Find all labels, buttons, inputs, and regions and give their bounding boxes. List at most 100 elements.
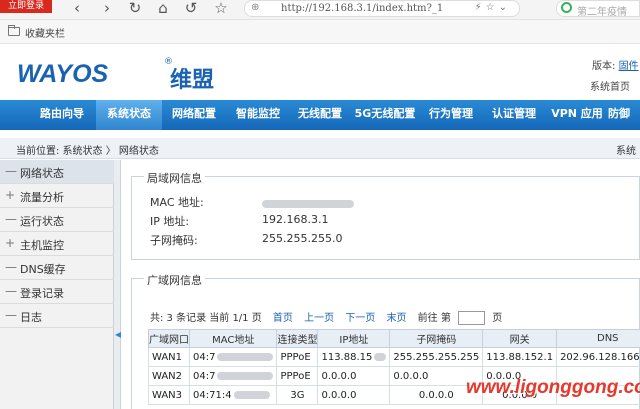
- version-label: 版本:: [592, 61, 616, 72]
- site-watermark: www.ligonggong.com: [466, 377, 640, 398]
- collapse-icon: —: [5, 308, 17, 322]
- cell-port: WAN2: [148, 366, 190, 386]
- bookmarks-bar: 收藏夹栏: [0, 20, 640, 44]
- address-bar[interactable]: ⊕ http://192.168.3.1/index.htm?_1 ⚡☆⌄: [244, 0, 520, 17]
- sidebar: — 网络状态 + 流量分析 — 运行状态 + 主机监控 — DNS缓存 — 登录…: [0, 160, 114, 409]
- cell-ip: 0.0.0.0: [317, 366, 391, 386]
- collapse-icon: —: [5, 164, 17, 178]
- page-unit-label: 页: [492, 313, 503, 324]
- expand-icon: +: [5, 188, 16, 202]
- url-text: http://192.168.3.1/index.htm?_1: [281, 3, 444, 14]
- lan-ip-value: 192.168.3.1: [262, 213, 329, 226]
- cell-mac: 04:7: [188, 347, 278, 367]
- sidebar-item-login-records[interactable]: — 登录记录: [0, 280, 114, 304]
- site-security-icon: ⊕: [251, 2, 260, 13]
- bookmarks-folder[interactable]: 收藏夹栏: [25, 25, 65, 40]
- sidebar-item-network-status[interactable]: — 网络状态: [0, 160, 114, 184]
- breadcrumb-bar: 当前位置: 系统状态 〉 网络状态 系统: [0, 138, 640, 159]
- collapse-icon: —: [5, 212, 17, 226]
- cell-type: 3G: [276, 385, 319, 405]
- lan-mac-label: MAC 地址:: [150, 196, 204, 209]
- col-header-gateway: 网关: [482, 329, 558, 348]
- nav-vpn[interactable]: VPN 应用: [546, 100, 608, 130]
- address-actions-icon[interactable]: ⚡☆⌄: [475, 2, 511, 13]
- sidebar-item-run-status[interactable]: — 运行状态: [0, 208, 114, 232]
- lan-info-title: 局域网信息: [144, 170, 205, 186]
- nav-defense[interactable]: 防御: [608, 100, 640, 130]
- search-text: 第二年疫情: [577, 7, 627, 17]
- login-button[interactable]: 立即登录: [0, 0, 52, 13]
- star-icon[interactable]: ☆: [212, 0, 230, 18]
- cell-port: WAN1: [148, 347, 190, 367]
- lan-mac-value: [262, 197, 354, 210]
- nav-auth-mgmt[interactable]: 认证管理: [482, 100, 546, 130]
- col-header-type: 连接类型: [276, 329, 319, 348]
- lan-mask-label: 子网掩码:: [150, 234, 198, 247]
- sidebar-item-label: 流量分析: [20, 191, 64, 204]
- next-page-link[interactable]: 下一页: [345, 313, 375, 324]
- sidebar-item-traffic-analysis[interactable]: + 流量分析: [0, 184, 114, 208]
- sidebar-item-label: 主机监控: [20, 239, 64, 252]
- home-icon[interactable]: ⌂: [154, 0, 172, 18]
- col-header-ip: IP地址: [317, 329, 391, 348]
- page-number-input[interactable]: [458, 311, 486, 325]
- prev-page-link[interactable]: 上一页: [304, 313, 334, 324]
- nav-network-config[interactable]: 网络配置: [162, 100, 226, 130]
- sidebar-collapse-handle[interactable]: ◀: [114, 160, 121, 409]
- sidebar-item-label: 运行状态: [20, 215, 64, 228]
- cell-gateway: 113.88.152.1: [482, 347, 558, 367]
- cell-dns: 202.96.128.166, ...: [556, 347, 640, 367]
- pagination: 共: 3 条记录 当前 1/1 页 首页 上一页 下一页 末页 前往 第 页: [150, 309, 502, 325]
- collapse-icon: —: [5, 284, 17, 298]
- cell-ip: 0.0.0.0: [317, 385, 391, 405]
- collapse-icon: —: [5, 260, 17, 274]
- nav-smart-monitor[interactable]: 智能监控: [226, 100, 290, 130]
- nav-route-wizard[interactable]: 路由向导: [28, 100, 96, 130]
- table-row: WAN1 04:7 PPPoE 113.88.15 255.255.255.25…: [148, 347, 640, 367]
- sidebar-item-logs[interactable]: — 日志: [0, 304, 114, 328]
- refresh-icon[interactable]: ↻: [126, 0, 144, 18]
- system-home-link[interactable]: 系统首页: [590, 78, 630, 93]
- last-page-link[interactable]: 末页: [386, 313, 406, 324]
- nav-5g-wireless-config[interactable]: 5G无线配置: [350, 100, 420, 130]
- lan-mask-value: 255.255.255.0: [262, 232, 343, 245]
- sidebar-item-label: 日志: [20, 311, 42, 324]
- main-content: 局域网信息 MAC 地址: IP 地址: 192.168.3.1 子网掩码: 2…: [121, 160, 640, 409]
- forward-icon[interactable]: ›: [98, 0, 116, 18]
- nav-behavior-mgmt[interactable]: 行为管理: [420, 100, 482, 130]
- undo-icon[interactable]: ↺: [182, 0, 200, 18]
- browser-toolbar: 立即登录 ‹ › ↻ ⌂ ↺ ☆ ⊕ http://192.168.3.1/in…: [0, 0, 640, 20]
- cell-port: WAN3: [148, 385, 190, 405]
- nav-wireless-config[interactable]: 无线配置: [290, 100, 350, 130]
- folder-icon: [8, 25, 20, 36]
- version-link[interactable]: 固件: [619, 61, 639, 72]
- col-header-port: 广域网口: [148, 329, 190, 348]
- search-box[interactable]: 第二年疫情: [556, 0, 640, 17]
- col-header-mac: MAC地址: [188, 329, 278, 348]
- goto-label: 前往 第: [417, 313, 451, 324]
- sidebar-item-label: DNS缓存: [20, 263, 66, 276]
- expand-icon: +: [5, 236, 16, 250]
- col-header-mask: 子网掩码: [389, 329, 484, 348]
- cell-mac: 04:7: [188, 366, 278, 386]
- page-header: WAYOS ® 维盟 版本: 固件 系统首页: [0, 44, 640, 100]
- back-icon[interactable]: ‹: [68, 0, 86, 18]
- breadcrumb: 当前位置: 系统状态 〉 网络状态: [16, 146, 159, 157]
- brand-logo-cn: 维盟: [170, 68, 215, 93]
- cell-mac: 04:71:4: [188, 385, 278, 405]
- sidebar-item-host-monitor[interactable]: + 主机监控: [0, 232, 114, 256]
- lan-info-panel: 局域网信息 MAC 地址: IP 地址: 192.168.3.1 子网掩码: 2…: [131, 170, 640, 260]
- breadcrumb-right: 系统: [616, 146, 636, 157]
- sidebar-item-label: 网络状态: [20, 167, 64, 180]
- main-nav: 路由向导 系统状态 网络配置 智能监控 无线配置 5G无线配置 行为管理 认证管…: [0, 100, 640, 130]
- record-summary: 共: 3 条记录 当前 1/1 页: [150, 313, 262, 324]
- first-page-link[interactable]: 首页: [273, 313, 293, 324]
- cell-mask: 255.255.255.255: [389, 347, 484, 367]
- cell-ip: 113.88.15: [317, 347, 391, 367]
- cell-type: PPPoE: [276, 347, 319, 367]
- nav-system-status[interactable]: 系统状态: [96, 100, 162, 130]
- wan-info-title: 广域网信息: [144, 272, 205, 288]
- sidebar-item-dns-cache[interactable]: — DNS缓存: [0, 256, 114, 280]
- sidebar-item-label: 登录记录: [20, 287, 64, 300]
- version-info: 版本: 固件: [592, 57, 639, 72]
